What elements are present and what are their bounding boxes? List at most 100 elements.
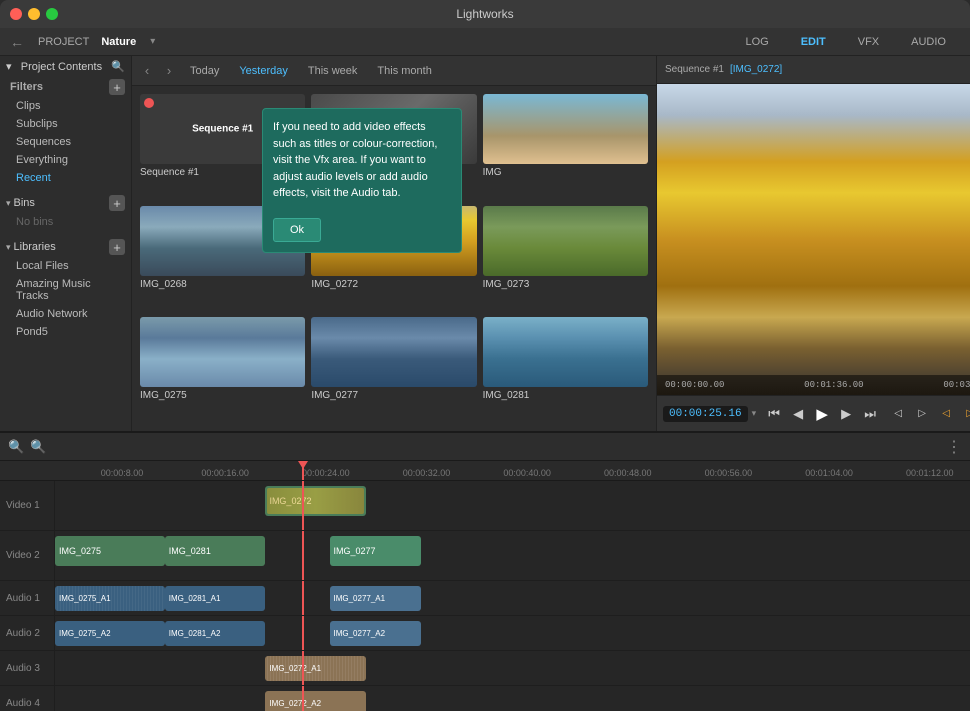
- close-button[interactable]: [10, 8, 22, 20]
- libs-arrow: ▾: [6, 242, 11, 253]
- track-label-audio3: Audio 3: [0, 651, 55, 685]
- sidebar-item-clips[interactable]: Clips: [0, 97, 131, 115]
- clip-video2-img0281[interactable]: IMG_0281: [165, 536, 266, 566]
- track-content-audio3: IMG_0272_A1: [55, 651, 970, 685]
- this-week-button[interactable]: This week: [300, 63, 366, 79]
- zoom-out-button[interactable]: 🔍: [8, 439, 24, 455]
- clip-video2-img0275[interactable]: IMG_0275: [55, 536, 165, 566]
- clip-audio1-img0277[interactable]: IMG_0277_A1: [330, 586, 422, 611]
- clip-label-img0277: IMG_0277: [311, 390, 476, 401]
- go-end-button[interactable]: ⏭: [860, 404, 880, 424]
- clips-toolbar: ‹ › Today Yesterday This week This month: [132, 56, 656, 86]
- list-item[interactable]: IMG_0277: [311, 317, 476, 423]
- next-frame-button[interactable]: ▶: [836, 404, 856, 424]
- sidebar-item-recent[interactable]: Recent: [0, 169, 131, 187]
- filters-label: Filters: [10, 81, 43, 93]
- today-button[interactable]: Today: [182, 63, 227, 79]
- clip-audio1-label3: IMG_0277_A1: [334, 594, 386, 603]
- clip-audio2-img0277[interactable]: IMG_0277_A2: [330, 621, 422, 646]
- nav-left-button[interactable]: ‹: [138, 62, 156, 80]
- sidebar-item-audionetwork[interactable]: Audio Network: [0, 305, 131, 323]
- project-dropdown-icon[interactable]: ▾: [150, 36, 155, 47]
- timeline-more-button[interactable]: ⋮: [946, 437, 962, 457]
- clip-label-img0273: IMG_0273: [483, 279, 648, 290]
- out-point-button[interactable]: ▷: [912, 404, 932, 424]
- clip-audio2-img0281[interactable]: IMG_0281_A2: [165, 621, 266, 646]
- ruler-label-9: 00:01:12.00: [906, 468, 954, 478]
- track-content-audio1: IMG_0275_A1 IMG_0281_A1 IMG_0277_A1: [55, 581, 970, 615]
- bins-label: Bins: [14, 197, 35, 209]
- track-video1: Video 1 IMG_0272: [0, 481, 970, 531]
- preview-controls: 00:00:25.16 ▾ ⏮ ◀ ▶ ▶ ⏭ ◁ ▷ ◁ ▷ 🎤 ↩ ↪: [657, 395, 970, 431]
- playhead-audio4: [302, 686, 304, 711]
- playhead-audio2: [302, 616, 304, 650]
- this-month-button[interactable]: This month: [369, 63, 439, 79]
- sequence-label: Sequence #1: [665, 64, 724, 75]
- app-title: Lightworks: [456, 7, 513, 21]
- sidebar-item-sequences[interactable]: Sequences: [0, 133, 131, 151]
- track-content-video1: IMG_0272: [55, 481, 970, 530]
- sidebar-item-pond5[interactable]: Pond5: [0, 323, 131, 341]
- maximize-button[interactable]: [46, 8, 58, 20]
- add-filter-button[interactable]: +: [109, 79, 125, 95]
- sidebar-item-subclips[interactable]: Subclips: [0, 115, 131, 133]
- add-bin-button[interactable]: +: [109, 195, 125, 211]
- clip-audio2-img0275[interactable]: IMG_0275_A2: [55, 621, 165, 646]
- back-button[interactable]: ←: [8, 33, 26, 51]
- nav-right-button[interactable]: ›: [160, 62, 178, 80]
- search-icon[interactable]: 🔍: [111, 60, 125, 73]
- sidebar-item-everything[interactable]: Everything: [0, 151, 131, 169]
- clip-video2-label2: IMG_0281: [169, 546, 211, 556]
- clip-audio4-img0272[interactable]: IMG_0272_A2: [265, 691, 366, 711]
- timecode-dropdown[interactable]: ▾: [752, 408, 757, 419]
- clip-video1-img0272[interactable]: IMG_0272: [265, 486, 366, 516]
- playhead-audio3: [302, 651, 304, 685]
- go-start-button[interactable]: ⏮: [764, 404, 784, 424]
- tab-audio[interactable]: AUDIO: [895, 32, 962, 52]
- mark-out-button[interactable]: ▷: [960, 404, 970, 424]
- minimize-button[interactable]: [28, 8, 40, 20]
- tab-edit[interactable]: EDIT: [785, 32, 842, 52]
- clip-audio2-label1: IMG_0275_A2: [59, 629, 111, 638]
- tooltip-ok-button[interactable]: Ok: [273, 218, 321, 243]
- project-contents-header[interactable]: ▾ Project Contents 🔍: [0, 56, 131, 77]
- mark-in-button[interactable]: ◁: [936, 404, 956, 424]
- playhead-video1: [302, 481, 304, 530]
- track-content-audio4: IMG_0272_A2: [55, 686, 970, 711]
- tracks-container: Video 1 IMG_0272 Video 2 IMG_0275: [0, 481, 970, 711]
- clip-audio1-img0275[interactable]: IMG_0275_A1: [55, 586, 165, 611]
- yesterday-button[interactable]: Yesterday: [231, 63, 296, 79]
- in-point-button[interactable]: ◁: [888, 404, 908, 424]
- project-contents-arrow: ▾: [6, 60, 12, 73]
- zoom-in-button[interactable]: 🔍: [30, 439, 46, 455]
- clip-red-dot: [144, 98, 154, 108]
- project-contents-label: Project Contents: [21, 61, 102, 73]
- add-library-button[interactable]: +: [109, 239, 125, 255]
- sidebar-item-music[interactable]: Amazing Music Tracks: [0, 275, 131, 305]
- list-item[interactable]: IMG: [483, 94, 648, 200]
- clip-thumb-img0277: [311, 317, 476, 387]
- clip-audio3-img0272[interactable]: IMG_0272_A1: [265, 656, 366, 681]
- track-video2: Video 2 IMG_0275 IMG_0281 IMG_0277: [0, 531, 970, 581]
- prev-frame-button[interactable]: ◀: [788, 404, 808, 424]
- clip-label-img0275: IMG_0275: [140, 390, 305, 401]
- clip-video2-img0277[interactable]: IMG_0277: [330, 536, 422, 566]
- seq-label: Sequence #1: [192, 124, 253, 135]
- list-item[interactable]: IMG_0273: [483, 206, 648, 312]
- clip-video2-label1: IMG_0275: [59, 546, 101, 556]
- no-bins-label: No bins: [0, 213, 131, 231]
- tab-vfx[interactable]: VFX: [842, 32, 895, 52]
- clip-audio1-img0281[interactable]: IMG_0281_A1: [165, 586, 266, 611]
- playhead-triangle: [298, 461, 308, 469]
- window-controls: [10, 8, 58, 20]
- list-item[interactable]: IMG_0281: [483, 317, 648, 423]
- project-label: PROJECT: [38, 36, 89, 48]
- sidebar-item-localfiles[interactable]: Local Files: [0, 257, 131, 275]
- tab-log[interactable]: LOG: [729, 32, 784, 52]
- clip-audio2-label2: IMG_0281_A2: [169, 629, 221, 638]
- list-item[interactable]: IMG_0275: [140, 317, 305, 423]
- clip-thumb-img-top: [483, 94, 648, 164]
- ruler-label-4: 00:00:32.00: [403, 468, 451, 478]
- track-audio2: Audio 2 IMG_0275_A2 IMG_0281_A2 IMG_0277…: [0, 616, 970, 651]
- play-button[interactable]: ▶: [812, 404, 832, 424]
